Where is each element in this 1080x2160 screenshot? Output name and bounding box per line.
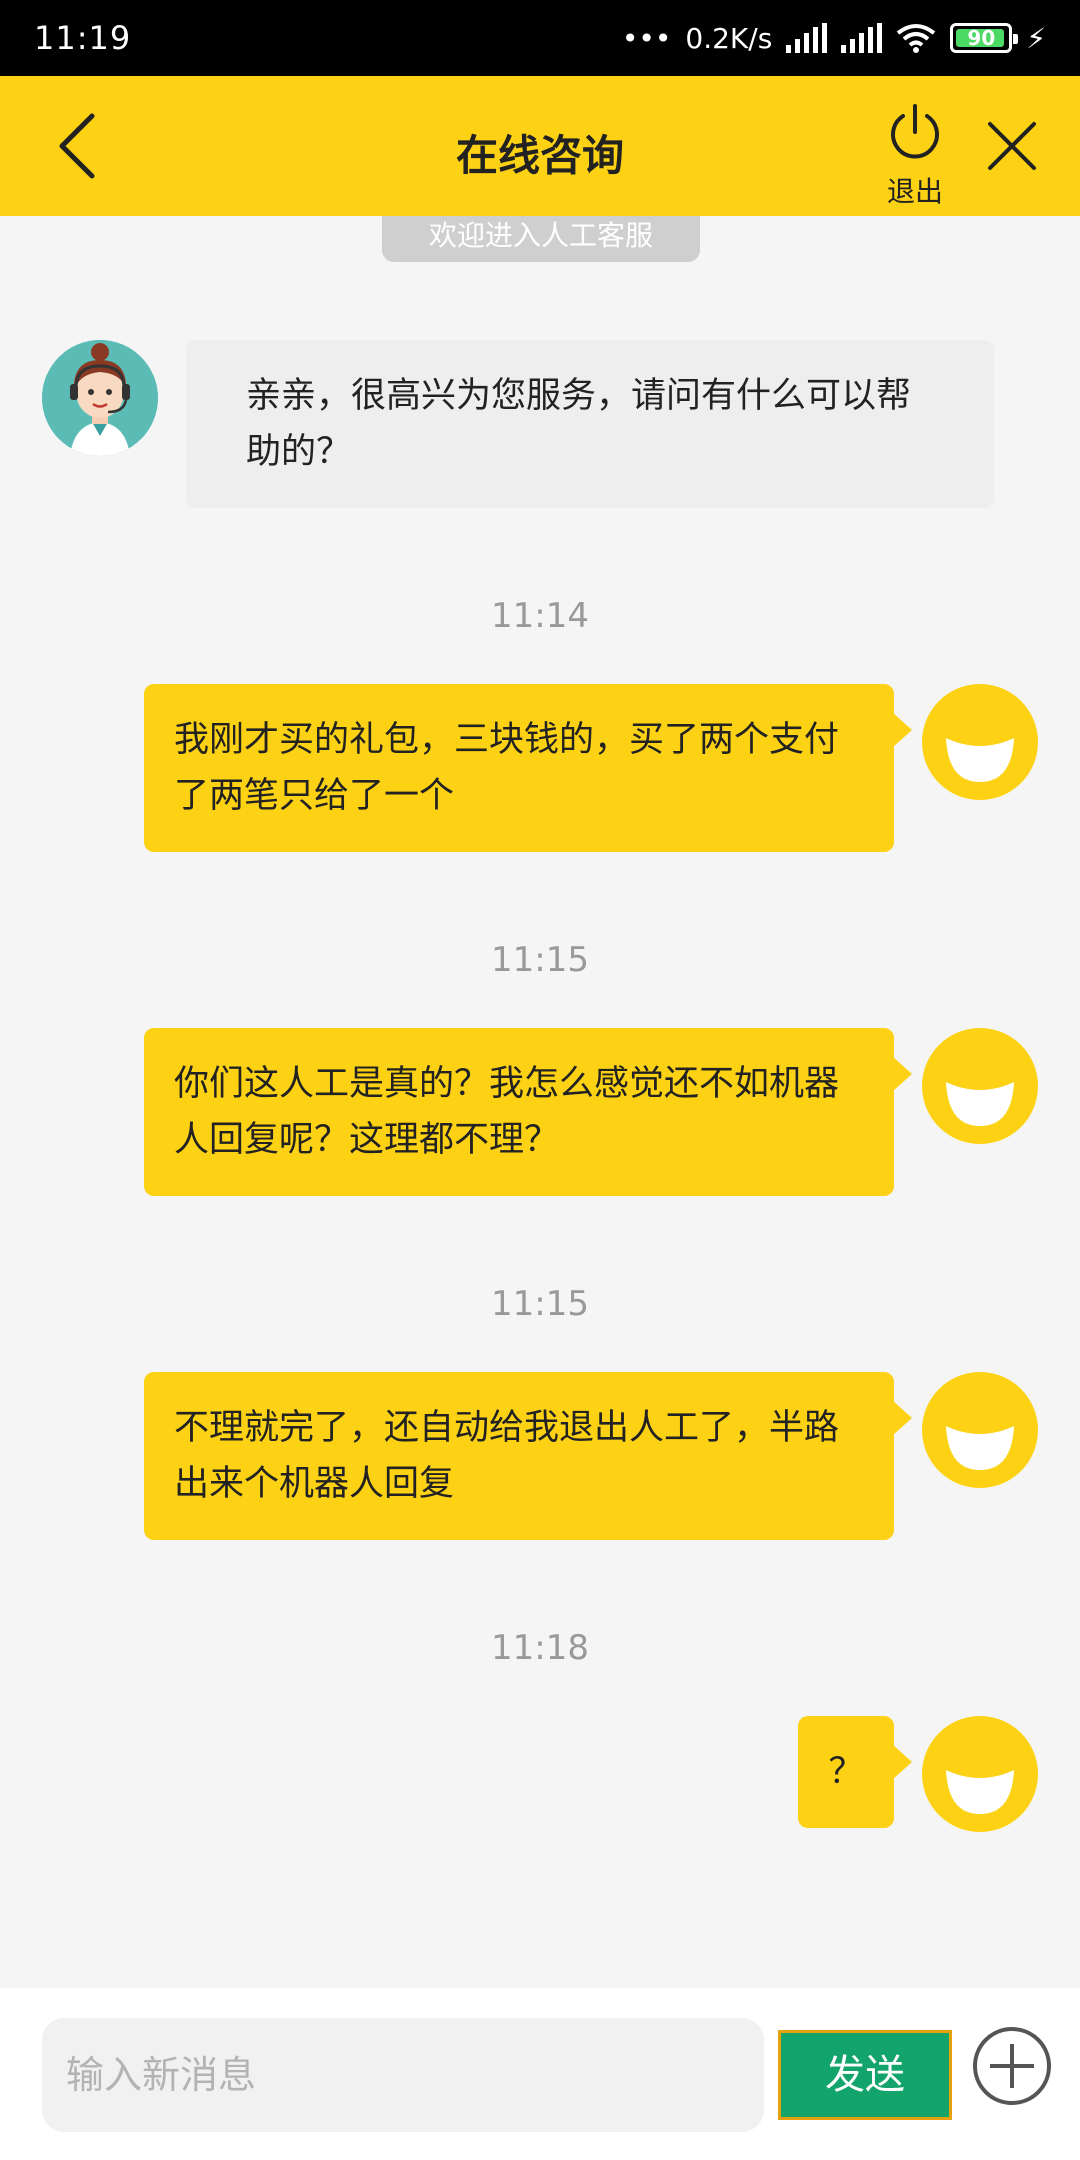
user-avatar	[922, 684, 1038, 800]
send-button[interactable]: 发送	[778, 2030, 952, 2120]
more-dots-icon: •••	[621, 21, 672, 55]
customer-service-agent-icon	[42, 340, 158, 456]
user-message: 不理就完了，还自动给我退出人工了，半路出来个机器人回复	[144, 1372, 912, 1540]
user-avatar	[922, 1028, 1038, 1144]
status-time: 11:19	[34, 19, 132, 57]
battery-icon: 90	[950, 23, 1019, 53]
charging-icon: ⚡	[1026, 21, 1046, 55]
message-time: 11:15	[491, 1284, 589, 1324]
input-bar: 输入新消息 发送	[0, 1988, 1080, 2160]
power-icon	[891, 104, 939, 159]
wifi-icon	[897, 24, 936, 53]
user-avatar	[922, 1372, 1038, 1488]
more-options-button[interactable]	[972, 2026, 1052, 2106]
smiley-avatar-icon	[922, 1028, 1038, 1144]
exit-label: 退出	[886, 175, 943, 208]
welcome-banner: 欢迎进入人工客服	[382, 216, 700, 262]
message-time: 11:15	[491, 940, 589, 980]
battery-level: 90	[967, 26, 996, 50]
user-message: 你们这人工是真的？我怎么感觉还不如机器人回复呢？这理都不理？	[144, 1028, 912, 1196]
message-time: 11:14	[491, 596, 589, 636]
agent-message: 亲亲，很高兴为您服务，请问有什么可以帮助的？	[186, 340, 994, 508]
agent-avatar	[42, 340, 158, 456]
app-header: 在线咨询 退出	[0, 76, 1080, 292]
message-input[interactable]: 输入新消息	[42, 2018, 764, 2132]
status-bar: 11:19 ••• 0.2K/s 90 ⚡	[0, 0, 1080, 76]
chat-area[interactable]: 欢迎进入人工客服 亲亲，很高兴为您服务，请问有什么可以帮助的？ 11:14 我刚…	[0, 216, 1080, 1872]
signal-icon	[786, 23, 828, 53]
message-time: 11:18	[491, 1628, 589, 1668]
user-avatar	[922, 1716, 1038, 1832]
network-speed: 0.2K/s	[685, 21, 773, 55]
status-icons: ••• 0.2K/s 90 ⚡	[622, 22, 1046, 55]
signal-icon	[841, 23, 883, 53]
user-message: ？	[798, 1716, 912, 1828]
smiley-avatar-icon	[922, 1716, 1038, 1832]
close-button[interactable]	[982, 116, 1042, 176]
plus-circle-icon	[973, 2027, 1051, 2105]
smiley-avatar-icon	[922, 684, 1038, 800]
close-icon	[988, 122, 1036, 170]
user-message: 我刚才买的礼包，三块钱的，买了两个支付了两笔只给了一个	[144, 684, 912, 852]
exit-button[interactable]: 退出	[880, 102, 950, 208]
smiley-avatar-icon	[922, 1372, 1038, 1488]
